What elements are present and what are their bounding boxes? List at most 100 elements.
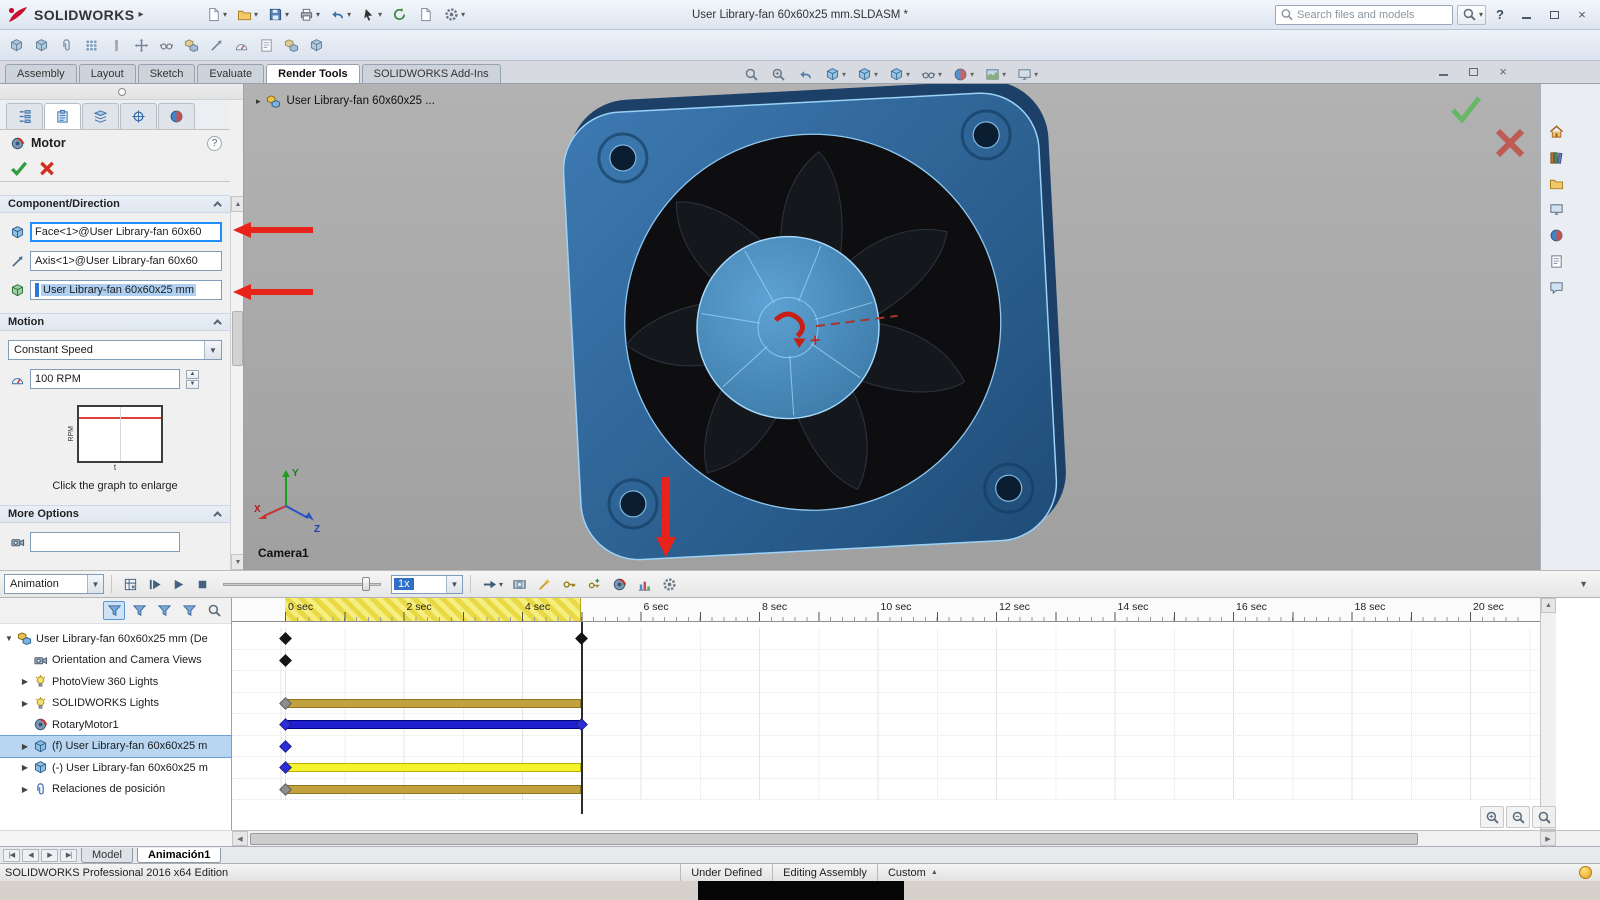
tree-item[interactable]: RotaryMotor1 [0, 714, 231, 736]
stop-button[interactable] [191, 574, 213, 594]
collapse-chevron-icon[interactable] [213, 201, 221, 209]
tab-evaluate[interactable]: Evaluate [197, 64, 264, 83]
first-tab-button[interactable]: |◀ [3, 849, 20, 862]
solidworks-forum-button[interactable] [1545, 276, 1567, 298]
filter-results-button[interactable] [178, 601, 200, 620]
mate-button[interactable] [55, 35, 77, 55]
status-configuration[interactable]: Custom▲ [877, 864, 1127, 881]
instant-3d-button[interactable] [305, 35, 327, 55]
search-input[interactable]: Search files and models [1275, 5, 1453, 25]
feature-tree-flyout[interactable]: ▸ User Library-fan 60x60x25 ... [256, 92, 435, 110]
assembly-features-button[interactable] [180, 35, 202, 55]
dropdown-arrow-icon[interactable]: ▾ [461, 10, 465, 19]
minimize-button[interactable] [1514, 6, 1538, 24]
view-settings-button[interactable]: ▾ [1013, 64, 1040, 84]
previous-tab-button[interactable]: ◀ [22, 849, 39, 862]
zoom-fit-timeline-button[interactable] [1532, 806, 1556, 828]
play-from-start-button[interactable] [143, 574, 165, 594]
section-more-options[interactable]: More Options [0, 505, 230, 523]
new-document-button[interactable]: ▾ [202, 5, 229, 25]
expand-arrow-icon[interactable]: ▶ [19, 677, 31, 686]
expand-arrow-icon[interactable]: ▶ [19, 699, 31, 708]
tree-item[interactable]: ▶PhotoView 360 Lights [0, 671, 231, 693]
brand-expand-arrow[interactable]: ▸ [138, 9, 143, 20]
custom-properties-button[interactable] [1545, 250, 1567, 272]
view-palette-button[interactable] [1545, 198, 1567, 220]
search-button[interactable]: ▾ [1457, 5, 1486, 25]
timeline-pane[interactable]: 0 sec2 sec4 sec6 sec8 sec10 sec12 sec14 … [232, 598, 1540, 830]
component-reference-field[interactable]: User Library-fan 60x60x25 mm [30, 280, 222, 300]
maximize-button[interactable] [1542, 6, 1566, 24]
tree-item[interactable]: ▶Relaciones de posición [0, 779, 231, 801]
dropdown-arrow-icon[interactable]: ▾ [874, 70, 878, 79]
dropdown-arrow-icon[interactable]: ▾ [938, 70, 942, 79]
timeline-row[interactable] [232, 693, 1540, 715]
dropdown-arrow-icon[interactable]: ▼ [446, 576, 462, 593]
filter-driving-button[interactable] [128, 601, 150, 620]
graphics-area[interactable]: ▸ User Library-fan 60x60x25 ... [244, 84, 1540, 570]
design-library-button[interactable] [1545, 146, 1567, 168]
ok-button[interactable] [10, 160, 28, 178]
timeline-horizontal-scrollbar[interactable]: ◀ ▶ [232, 830, 1556, 846]
doc-restore-button[interactable] [1462, 64, 1484, 79]
zoom-to-area-button[interactable] [767, 64, 789, 84]
fan-3d-model[interactable] [548, 84, 1088, 570]
tab-display-manager[interactable] [158, 103, 195, 129]
timeline-row[interactable] [232, 714, 1540, 736]
playback-speed-select[interactable]: 1x ▼ [391, 575, 463, 594]
new-motion-study-button[interactable] [230, 35, 252, 55]
timeline-vertical-scrollbar[interactable]: ▲ ▼ [1540, 598, 1556, 830]
tab-sketch[interactable]: Sketch [138, 64, 196, 83]
tab-dimxpert-manager[interactable] [120, 103, 157, 129]
timeline-change-bar[interactable] [285, 699, 581, 708]
section-component-direction[interactable]: Component/Direction [0, 195, 230, 213]
undo-button[interactable]: ▾ [326, 5, 353, 25]
confirm-cancel-button[interactable] [1494, 127, 1526, 159]
confirm-ok-button[interactable] [1450, 95, 1482, 123]
dropdown-arrow-icon[interactable]: ▾ [1034, 70, 1038, 79]
timeline-row[interactable] [232, 757, 1540, 779]
timeline-change-bar[interactable] [285, 763, 581, 772]
scroll-up-icon[interactable]: ▲ [231, 196, 244, 212]
tab-animación1[interactable]: Animación1 [137, 848, 221, 863]
close-button[interactable]: × [1570, 6, 1594, 24]
dropdown-arrow-icon[interactable]: ▼ [87, 575, 103, 593]
up-arrow-icon[interactable]: ▲ [931, 869, 938, 876]
rebuild-button[interactable] [388, 5, 410, 25]
collapse-chevron-icon[interactable] [213, 511, 221, 519]
motion-type-select[interactable]: Constant Speed ▼ [8, 340, 222, 360]
save-document-button[interactable]: ▾ [264, 5, 291, 25]
view-orientation-button[interactable]: ▾ [853, 64, 880, 84]
motor-speed-field[interactable]: 100 RPM [30, 369, 180, 389]
scroll-thumb[interactable] [250, 833, 1418, 845]
filter-animated-button[interactable] [103, 601, 125, 620]
zoom-out-button[interactable] [1506, 806, 1530, 828]
tree-item[interactable]: Orientation and Camera Views [0, 650, 231, 672]
zoom-in-button[interactable] [1480, 806, 1504, 828]
show-hidden-components-button[interactable] [155, 35, 177, 55]
add-key-button[interactable] [583, 574, 605, 594]
section-motion[interactable]: Motion [0, 313, 230, 331]
study-type-select[interactable]: Animation ▼ [4, 574, 104, 594]
dropdown-arrow-icon[interactable]: ▼ [204, 341, 221, 359]
tab-configuration-manager[interactable] [82, 103, 119, 129]
timeline-ruler[interactable]: 0 sec2 sec4 sec6 sec8 sec10 sec12 sec14 … [232, 598, 1540, 622]
panel-help-button[interactable]: ? [207, 136, 222, 151]
help-button[interactable]: ? [1490, 7, 1510, 22]
dropdown-arrow-icon[interactable]: ▾ [499, 580, 503, 589]
keyframe-diamond[interactable] [575, 632, 588, 645]
stepper-up-icon[interactable]: ▲ [186, 370, 199, 379]
insert-components-button[interactable] [30, 35, 52, 55]
dropdown-arrow-icon[interactable]: ▾ [842, 70, 846, 79]
results-and-plots-button[interactable] [633, 574, 655, 594]
timeline-row[interactable] [232, 650, 1540, 672]
doc-minimize-button[interactable] [1432, 64, 1454, 79]
save-animation-button[interactable] [508, 574, 530, 594]
zoom-fit-button[interactable] [740, 64, 762, 84]
dropdown-arrow-icon[interactable]: ▾ [347, 10, 351, 19]
section-view-button[interactable]: ▾ [821, 64, 848, 84]
open-document-button[interactable]: ▾ [233, 5, 260, 25]
tab-render-tools[interactable]: Render Tools [266, 64, 359, 83]
reference-geometry-button[interactable] [205, 35, 227, 55]
scroll-down-icon[interactable]: ▼ [231, 554, 244, 570]
